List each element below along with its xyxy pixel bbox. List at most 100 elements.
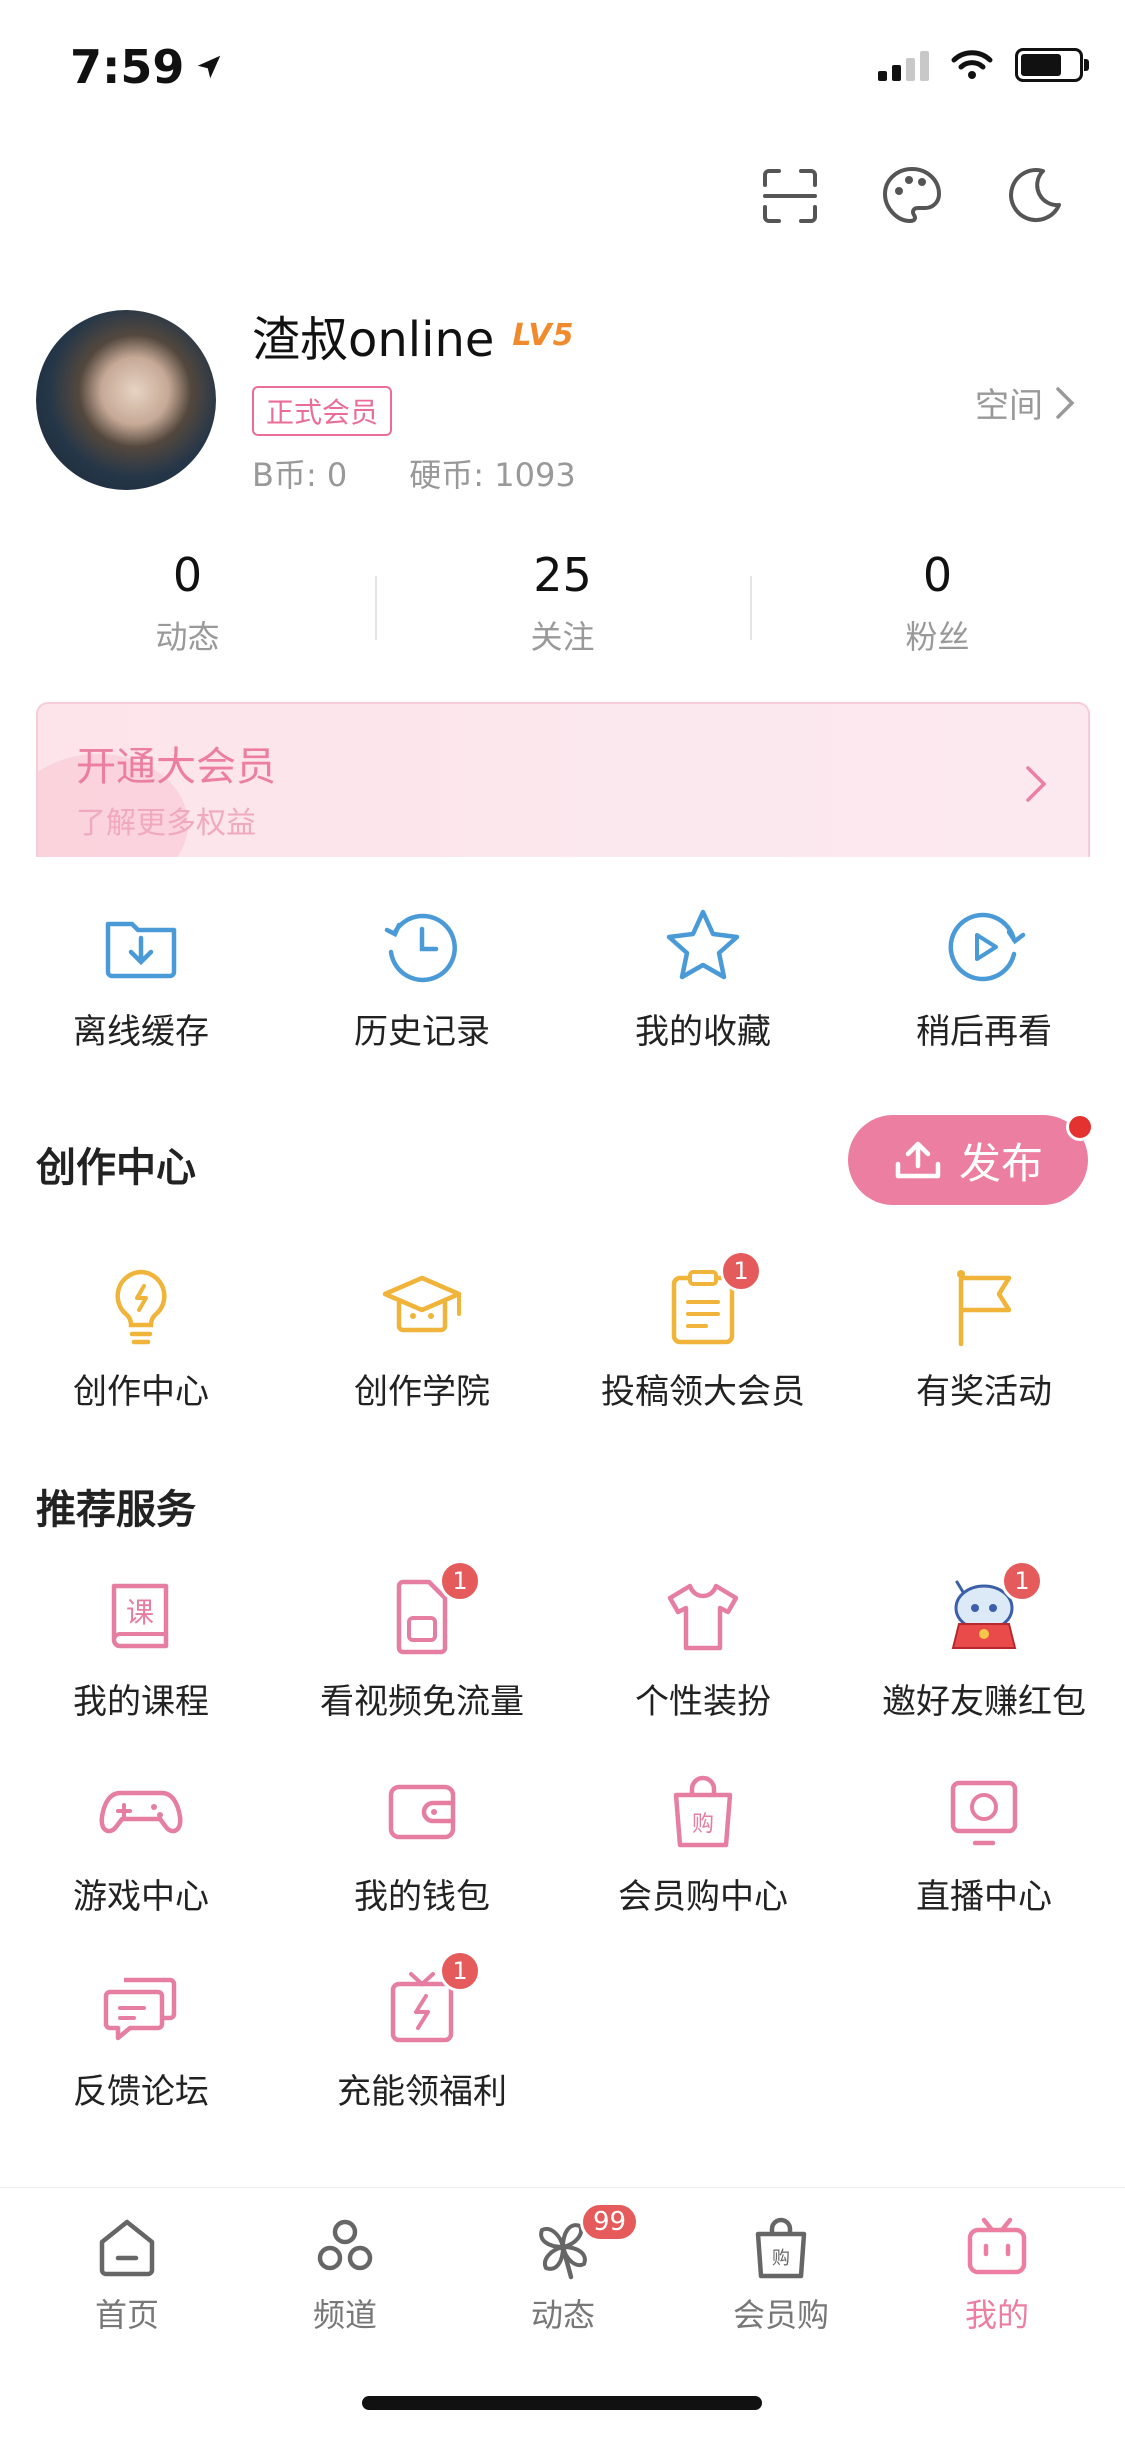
- svg-text:课: 课: [126, 1596, 154, 1629]
- coins-info: B币: 0 硬币: 1093: [252, 450, 576, 496]
- publish-red-dot: [1066, 1113, 1094, 1141]
- avatar[interactable]: [36, 310, 216, 490]
- location-arrow-icon: [198, 55, 221, 79]
- watch-later-icon: [948, 912, 1026, 982]
- creation-item-academy[interactable]: 创作学院: [281, 1262, 563, 1413]
- quick-action-history[interactable]: 历史记录: [281, 902, 563, 1053]
- star-icon: [666, 909, 740, 980]
- publish-button[interactable]: 发布: [848, 1115, 1088, 1205]
- tab-mine[interactable]: 我的: [922, 2212, 1072, 2336]
- chevron-right-icon: [1026, 766, 1047, 802]
- creation-item-label: 创作中心: [73, 1372, 209, 1412]
- stat-label: 关注: [530, 618, 595, 656]
- quick-action-label: 我的收藏: [635, 1012, 771, 1052]
- gamepad-icon: [99, 1790, 183, 1834]
- creation-item-label: 投稿领大会员: [601, 1372, 805, 1412]
- scan-icon[interactable]: [759, 165, 821, 227]
- service-label: 游戏中心: [73, 1877, 209, 1917]
- stat-dynamics[interactable]: 0 动态: [0, 548, 375, 658]
- home-icon: [99, 2219, 155, 2277]
- service-game-center[interactable]: 游戏中心: [0, 1767, 282, 1918]
- tab-channels[interactable]: 频道: [270, 2212, 420, 2336]
- battery-icon: [1015, 48, 1089, 82]
- flag-icon: [957, 1270, 1012, 1347]
- service-live-center[interactable]: 直播中心: [843, 1767, 1125, 1918]
- service-mall-center[interactable]: 购 会员购中心: [562, 1767, 844, 1918]
- offline-download-icon: [105, 921, 177, 979]
- status-indicators: [878, 48, 1089, 82]
- services-row-3: 反馈论坛 1 充能领福利: [0, 1950, 1125, 2113]
- shopping-bag-icon: 购: [755, 2217, 807, 2279]
- lightbulb-icon: [115, 1269, 167, 1345]
- service-dress-up[interactable]: 个性装扮: [562, 1572, 844, 1723]
- tab-mall[interactable]: 购 会员购: [706, 2212, 856, 2336]
- vip-banner-subtitle: 了解更多权益: [76, 806, 256, 841]
- cellular-signal-icon: [878, 49, 929, 81]
- service-energy-benefits[interactable]: 1 充能领福利: [281, 1950, 563, 2113]
- home-indicator: [362, 2396, 762, 2410]
- upload-icon: [895, 1141, 941, 1179]
- tshirt-icon: [667, 1583, 739, 1651]
- quick-action-offline[interactable]: 离线缓存: [0, 902, 282, 1053]
- dynamics-badge: 99: [580, 2202, 640, 2242]
- service-label: 直播中心: [916, 1877, 1052, 1917]
- quick-action-watch-later[interactable]: 稍后再看: [843, 902, 1125, 1053]
- creation-item-center[interactable]: 创作中心: [0, 1262, 282, 1413]
- stat-value: 25: [533, 548, 592, 602]
- stat-value: 0: [922, 548, 953, 602]
- tab-dynamics[interactable]: 99 动态: [488, 2202, 640, 2336]
- tab-label: 动态: [530, 2296, 595, 2334]
- tv-icon: [950, 1780, 1018, 1846]
- svg-text:购: 购: [772, 2248, 790, 2269]
- services-section-title: 推荐服务: [36, 1487, 196, 1533]
- space-link[interactable]: 空间: [975, 378, 1077, 427]
- vip-banner-title: 开通大会员: [76, 744, 276, 790]
- svg-text:购: 购: [692, 1812, 714, 1837]
- service-wallet[interactable]: 我的钱包: [281, 1767, 563, 1918]
- creation-item-label: 有奖活动: [916, 1372, 1052, 1412]
- wifi-icon: [951, 50, 993, 79]
- creation-item-events[interactable]: 有奖活动: [843, 1262, 1125, 1413]
- stat-value: 0: [172, 548, 203, 602]
- quick-action-favorites[interactable]: 我的收藏: [562, 902, 844, 1053]
- hard-coins: 硬币: 1093: [409, 456, 576, 494]
- creation-items: 创作中心 创作学院 1 投稿领大会员 有奖活动: [0, 1250, 1125, 1413]
- service-label: 邀好友赚红包: [882, 1682, 1086, 1722]
- notification-badge: 1: [1001, 1560, 1043, 1602]
- stat-label: 粉丝: [905, 618, 970, 656]
- service-label: 看视频免流量: [320, 1682, 524, 1722]
- b-coins: B币: 0: [252, 456, 348, 494]
- publish-label: 发布: [958, 1138, 1043, 1188]
- level-badge: LV5: [512, 317, 575, 353]
- vip-banner[interactable]: 开通大会员 了解更多权益: [36, 702, 1090, 859]
- service-label: 会员购中心: [618, 1877, 788, 1917]
- bilibili-tv-icon: [967, 2217, 1027, 2275]
- history-icon: [384, 913, 457, 983]
- service-label: 个性装扮: [635, 1682, 771, 1722]
- space-link-label: 空间: [975, 386, 1043, 426]
- notification-badge: 1: [720, 1250, 762, 1292]
- service-invite-friends[interactable]: 1 邀好友赚红包: [843, 1560, 1125, 1723]
- channels-icon: [317, 2219, 373, 2271]
- tab-label: 首页: [94, 2296, 159, 2334]
- night-mode-icon[interactable]: [1003, 165, 1065, 227]
- stat-following[interactable]: 25 关注: [375, 548, 750, 658]
- quick-action-label: 历史记录: [354, 1012, 490, 1052]
- tab-home[interactable]: 首页: [52, 2212, 202, 2336]
- services-row-2: 游戏中心 我的钱包 购 会员购中心 直播中心: [0, 1767, 1125, 1917]
- vip-status-tag: 正式会员: [252, 386, 393, 436]
- status-time: 7:59: [70, 40, 224, 94]
- graduation-cap-icon: [382, 1275, 462, 1333]
- tab-label: 我的: [964, 2296, 1029, 2334]
- main-card: 离线缓存 历史记录 我的收藏 稍后再看 创作中心 创作中心 创作学院 1 投稿领…: [0, 857, 1125, 2187]
- notification-badge: 1: [439, 1950, 481, 1992]
- service-feedback-forum[interactable]: 反馈论坛: [0, 1962, 282, 2113]
- creation-item-label: 创作学院: [354, 1372, 490, 1412]
- service-my-course[interactable]: 课 我的课程: [0, 1572, 282, 1723]
- service-free-data[interactable]: 1 看视频免流量: [281, 1560, 563, 1723]
- services-row-1: 课 我的课程 1 看视频免流量 个性装扮 1 邀好友赚红包: [0, 1560, 1125, 1723]
- username-row[interactable]: 渣叔online LV5: [252, 300, 575, 370]
- palette-icon[interactable]: [881, 165, 943, 227]
- creation-item-submit-vip[interactable]: 1 投稿领大会员: [562, 1250, 844, 1413]
- stat-fans[interactable]: 0 粉丝: [750, 548, 1125, 658]
